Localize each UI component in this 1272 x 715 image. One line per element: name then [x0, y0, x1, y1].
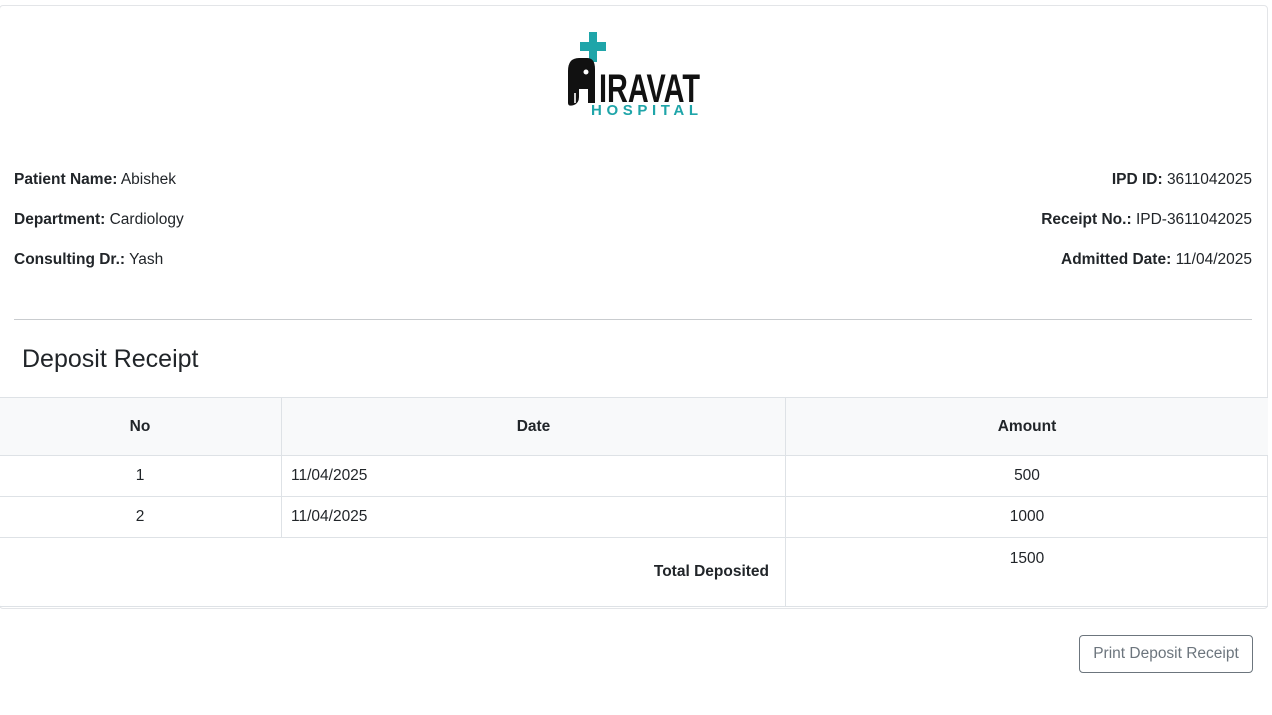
receipt-number-value: IPD-3611042025	[1135, 211, 1252, 228]
patient-name-value: Abishek	[120, 171, 176, 188]
cell-date: 11/04/2025	[281, 496, 786, 538]
admitted-date-value: 11/04/2025	[1175, 251, 1252, 268]
column-header-amount: Amount	[785, 397, 1268, 456]
ipd-id-value: 3611042025	[1166, 171, 1252, 188]
receipt-number: Receipt No.: IPD-3611042025	[1041, 210, 1252, 230]
admitted-date: Admitted Date: 11/04/2025	[1061, 250, 1252, 270]
patient-name: Patient Name: Abishek	[14, 170, 176, 190]
table-row: 1 11/04/2025 500	[0, 455, 1268, 497]
consulting-doctor-value: Yash	[129, 251, 164, 268]
department-label: Department:	[14, 211, 106, 228]
total-deposited-value: 1500	[785, 537, 1268, 607]
patient-name-label: Patient Name:	[14, 171, 118, 188]
department-value: Cardiology	[109, 211, 184, 228]
receipt-number-label: Receipt No.:	[1041, 211, 1132, 228]
cell-amount: 500	[785, 455, 1268, 497]
deposit-table: No Date Amount 1 11/04/2025 500 2 11/04/…	[0, 397, 1268, 607]
cell-amount: 1000	[785, 496, 1268, 538]
total-deposited-label: Total Deposited	[0, 537, 786, 607]
consulting-doctor: Consulting Dr.: Yash	[14, 250, 163, 270]
consulting-doctor-label: Consulting Dr.:	[14, 251, 126, 268]
svg-text:HOSPITAL: HOSPITAL	[591, 102, 698, 119]
table-header-row: No Date Amount	[0, 397, 1268, 456]
total-row: Total Deposited 1500	[0, 537, 1268, 607]
column-header-date: Date	[281, 397, 786, 456]
ipd-id-label: IPD ID:	[1111, 171, 1163, 188]
admitted-date-label: Admitted Date:	[1061, 251, 1172, 268]
hospital-logo: IRAVAT HOSPITAL	[568, 32, 700, 119]
cell-date: 11/04/2025	[281, 455, 786, 497]
page-title: Deposit Receipt	[22, 345, 199, 373]
department: Department: Cardiology	[14, 210, 184, 230]
ipd-id: IPD ID: 3611042025	[1112, 170, 1252, 190]
cell-no: 1	[0, 455, 282, 497]
section-divider	[14, 319, 1252, 320]
print-deposit-receipt-button[interactable]: Print Deposit Receipt	[1079, 635, 1253, 673]
cell-no: 2	[0, 496, 282, 538]
table-row: 2 11/04/2025 1000	[0, 496, 1268, 538]
column-header-no: No	[0, 397, 282, 456]
